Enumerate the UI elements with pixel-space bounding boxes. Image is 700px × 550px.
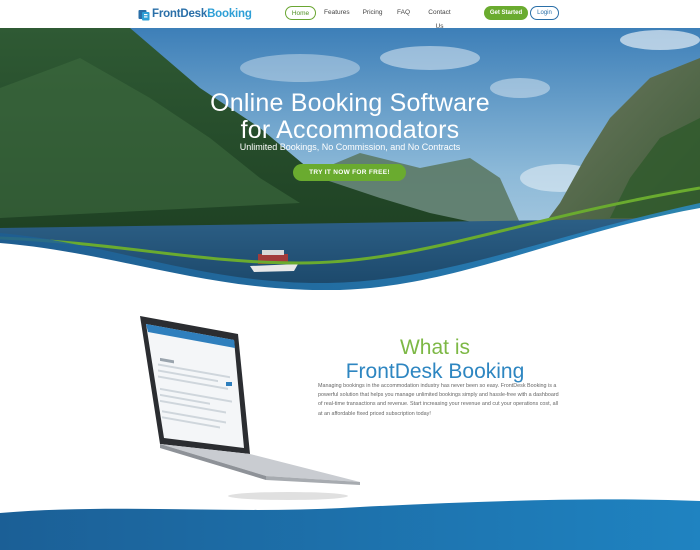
logo-text-part1: FrontDesk — [152, 8, 208, 20]
login-button[interactable]: Login — [530, 6, 559, 20]
hero-title: Online Booking Software for Accommodator… — [150, 90, 550, 144]
hero-title-line2: for Accommodators — [240, 116, 460, 144]
nav-faq[interactable]: FAQ — [397, 6, 410, 20]
about-title-line2: FrontDesk Booking — [345, 360, 525, 383]
try-free-button[interactable]: TRY IT NOW FOR FREE! — [293, 164, 406, 181]
nav-contact-us[interactable]: Contact Us — [425, 6, 454, 30]
nav-home[interactable]: Home — [285, 6, 316, 20]
about-description: Managing bookings in the accommodation i… — [318, 383, 559, 417]
top-navigation: FrontDeskBooking Home Features Pricing F… — [0, 0, 700, 30]
footer-wave-decoration — [0, 499, 700, 550]
logo-icon — [138, 8, 150, 21]
hero-subtitle: Unlimited Bookings, No Commission, and N… — [239, 142, 461, 152]
nav-features[interactable]: Features — [324, 6, 350, 20]
hero-title-line1: Online Booking Software — [210, 89, 490, 117]
logo-text: FrontDeskBooking — [152, 8, 252, 20]
hero-background-image — [0, 28, 700, 290]
logo[interactable]: FrontDeskBooking — [138, 7, 252, 21]
nav-pricing[interactable]: Pricing — [362, 6, 383, 20]
hero-section: Online Booking Software for Accommodator… — [0, 28, 700, 290]
get-started-button[interactable]: Get Started — [484, 6, 528, 20]
about-title-line1: What is — [399, 336, 470, 359]
about-title: What is FrontDesk Booking — [330, 336, 540, 384]
logo-text-part2: Booking — [207, 8, 252, 20]
